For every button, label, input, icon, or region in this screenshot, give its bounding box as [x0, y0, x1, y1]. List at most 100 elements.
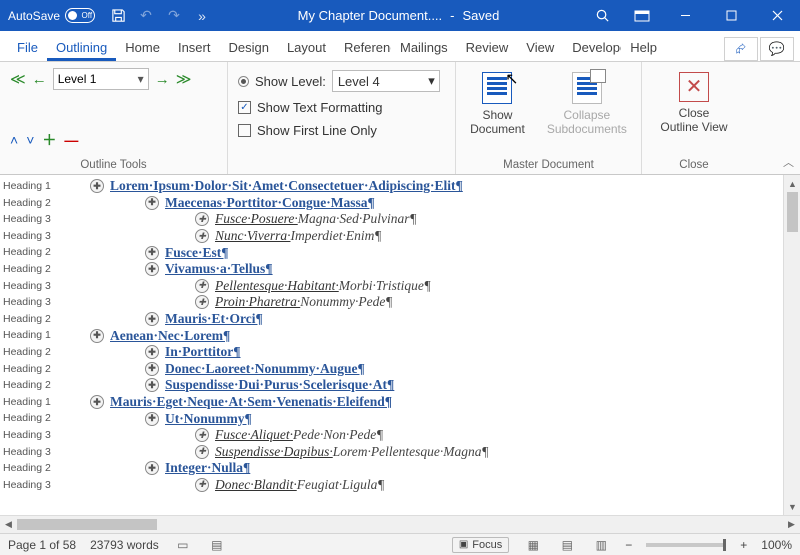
expand-icon[interactable]: ＋ [42, 130, 56, 150]
tab-review[interactable]: Review [457, 34, 518, 61]
expand-bullet-icon[interactable]: ✚ [145, 312, 159, 326]
show-level-select[interactable]: Level 4▾ [332, 70, 440, 92]
qat-more-icon[interactable]: » [189, 3, 215, 29]
accessibility-icon[interactable]: ▤ [207, 538, 227, 552]
comments-icon[interactable]: 💬 [760, 37, 794, 61]
tab-developer[interactable]: Developer [563, 34, 621, 61]
tab-home[interactable]: Home [116, 34, 169, 61]
redo-icon[interactable]: ↷ [161, 3, 187, 29]
promote-to-heading1-icon[interactable]: ≪ [10, 70, 26, 88]
scroll-right-icon[interactable]: ▶ [783, 519, 800, 530]
spelling-icon[interactable]: ▭ [173, 538, 193, 552]
scroll-down-icon[interactable]: ▼ [784, 498, 800, 515]
print-layout-icon[interactable]: ▤ [557, 538, 577, 552]
expand-bullet-icon[interactable]: ✚ [145, 461, 159, 475]
outline-row[interactable]: ✚Donec·Laoreet·Nonummy·Augue¶ [60, 361, 783, 378]
outline-row[interactable]: ✚Lorem·Ipsum·Dolor·Sit·Amet·Consectetuer… [60, 178, 783, 195]
zoom-slider[interactable] [646, 543, 726, 547]
tab-design[interactable]: Design [219, 34, 277, 61]
outline-row[interactable]: ✚Suspendisse·Dui·Purus·Scelerisque·At¶ [60, 377, 783, 394]
show-text-formatting-checkbox[interactable]: ✓ [238, 101, 251, 114]
minimize-button[interactable] [662, 0, 708, 31]
hscroll-thumb[interactable] [17, 519, 157, 530]
outline-row[interactable]: ✚Proin·Pharetra·Nonummy·Pede¶ [60, 294, 783, 311]
expand-bullet-icon[interactable]: ✚ [145, 412, 159, 426]
web-layout-icon[interactable]: ▥ [591, 538, 611, 552]
outline-row[interactable]: ✚Ut·Nonummy¶ [60, 410, 783, 427]
outline-row[interactable]: ✚Vivamus·a·Tellus¶ [60, 261, 783, 278]
outline-row[interactable]: ✚Maecenas·Porttitor·Congue·Massa¶ [60, 195, 783, 212]
outline-row[interactable]: ✚Integer·Nulla¶ [60, 460, 783, 477]
outline-row[interactable]: ✚ Mauris·Et·Orci¶ [60, 311, 783, 328]
show-document-button[interactable]: ↖ ShowDocument [462, 68, 533, 137]
zoom-level[interactable]: 100% [761, 538, 792, 552]
expand-bullet-icon[interactable]: ✚ [195, 445, 209, 459]
expand-bullet-icon[interactable]: ✚ [145, 246, 159, 260]
tab-view[interactable]: View [517, 34, 563, 61]
focus-mode-button[interactable]: ▣Focus [452, 537, 509, 553]
zoom-out-icon[interactable]: − [625, 538, 632, 552]
collapse-ribbon-icon[interactable]: ︿ [783, 154, 794, 170]
expand-bullet-icon[interactable]: ✚ [90, 329, 104, 343]
show-first-line-checkbox[interactable] [238, 124, 251, 137]
outline-row[interactable]: ✚Fusce·Est¶ [60, 244, 783, 261]
outline-row[interactable]: ✚Pellentesque·Habitant·Morbi·Tristique¶ [60, 278, 783, 295]
maximize-button[interactable] [708, 0, 754, 31]
vertical-scrollbar[interactable]: ▲ ▼ [783, 175, 800, 515]
share-icon[interactable]: ⮳ [724, 37, 758, 61]
tab-file[interactable]: File [8, 34, 47, 61]
expand-bullet-icon[interactable]: ✚ [145, 378, 159, 392]
expand-bullet-icon[interactable]: ✚ [195, 279, 209, 293]
save-icon[interactable] [105, 3, 131, 29]
tab-help[interactable]: Help [621, 34, 666, 61]
page-indicator[interactable]: Page 1 of 58 [8, 538, 76, 552]
expand-bullet-icon[interactable]: ✚ [90, 395, 104, 409]
scroll-thumb[interactable] [787, 192, 798, 232]
undo-icon[interactable]: ↶ [133, 3, 159, 29]
ribbon-mode-icon[interactable] [622, 0, 662, 31]
document-area: Heading 1Heading 2Heading 3Heading 3Head… [0, 175, 800, 515]
outline-row[interactable]: ✚Nunc·Viverra·Imperdiet·Enim¶ [60, 228, 783, 245]
promote-icon[interactable]: ← [32, 71, 47, 88]
outline-text: Mauris·Et·Orci¶ [165, 311, 263, 327]
read-mode-icon[interactable]: ▦ [523, 538, 543, 552]
tab-insert[interactable]: Insert [169, 34, 220, 61]
demote-icon[interactable]: → [155, 71, 170, 88]
word-count[interactable]: 23793 words [90, 538, 159, 552]
outline-row[interactable]: ✚Fusce·Posuere·Magna·Sed·Pulvinar¶ [60, 211, 783, 228]
scroll-left-icon[interactable]: ◀ [0, 519, 17, 530]
zoom-in-icon[interactable]: + [740, 538, 747, 552]
tab-outlining[interactable]: Outlining [47, 34, 116, 61]
outline-row[interactable]: ✚In·Porttitor¶ [60, 344, 783, 361]
expand-bullet-icon[interactable]: ✚ [145, 262, 159, 276]
expand-bullet-icon[interactable]: ✚ [145, 362, 159, 376]
outline-pane[interactable]: ✚Lorem·Ipsum·Dolor·Sit·Amet·Consectetuer… [60, 175, 783, 515]
outline-row[interactable]: ✚Fusce·Aliquet·Pede·Non·Pede¶ [60, 427, 783, 444]
tab-mailings[interactable]: Mailings [391, 34, 457, 61]
outline-row[interactable]: ✚Aenean·Nec·Lorem¶ [60, 327, 783, 344]
outline-row[interactable]: ✚Suspendisse·Dapibus·Lorem·Pellentesque·… [60, 444, 783, 461]
expand-bullet-icon[interactable]: ✚ [145, 196, 159, 210]
move-up-icon[interactable]: ˄ [10, 132, 18, 148]
expand-bullet-icon[interactable]: ✚ [195, 295, 209, 309]
close-button[interactable] [754, 0, 800, 31]
expand-bullet-icon[interactable]: ✚ [145, 345, 159, 359]
expand-bullet-icon[interactable]: ✚ [195, 428, 209, 442]
expand-bullet-icon[interactable]: ✚ [195, 478, 209, 492]
autosave-toggle[interactable]: AutoSave Off [0, 8, 95, 23]
expand-bullet-icon[interactable]: ✚ [195, 212, 209, 226]
move-down-icon[interactable]: ˅ [26, 132, 34, 148]
outline-row[interactable]: ✚Donec·Blandit·Feugiat·Ligula¶ [60, 477, 783, 494]
expand-bullet-icon[interactable]: ✚ [195, 229, 209, 243]
outline-level-select[interactable]: Level 1▾ [53, 68, 149, 90]
close-outline-view-button[interactable]: ✕ CloseOutline View [652, 68, 735, 135]
tab-layout[interactable]: Layout [278, 34, 335, 61]
collapse-icon[interactable]: — [64, 132, 78, 148]
outline-row[interactable]: ✚Mauris·Eget·Neque·At·Sem·Venenatis·Elei… [60, 394, 783, 411]
expand-bullet-icon[interactable]: ✚ [90, 179, 104, 193]
search-icon[interactable] [582, 0, 622, 31]
scroll-up-icon[interactable]: ▲ [784, 175, 800, 192]
tab-references[interactable]: References [335, 34, 391, 61]
demote-to-body-icon[interactable]: ≫ [176, 70, 192, 88]
horizontal-scrollbar[interactable]: ◀ ▶ [0, 515, 800, 533]
